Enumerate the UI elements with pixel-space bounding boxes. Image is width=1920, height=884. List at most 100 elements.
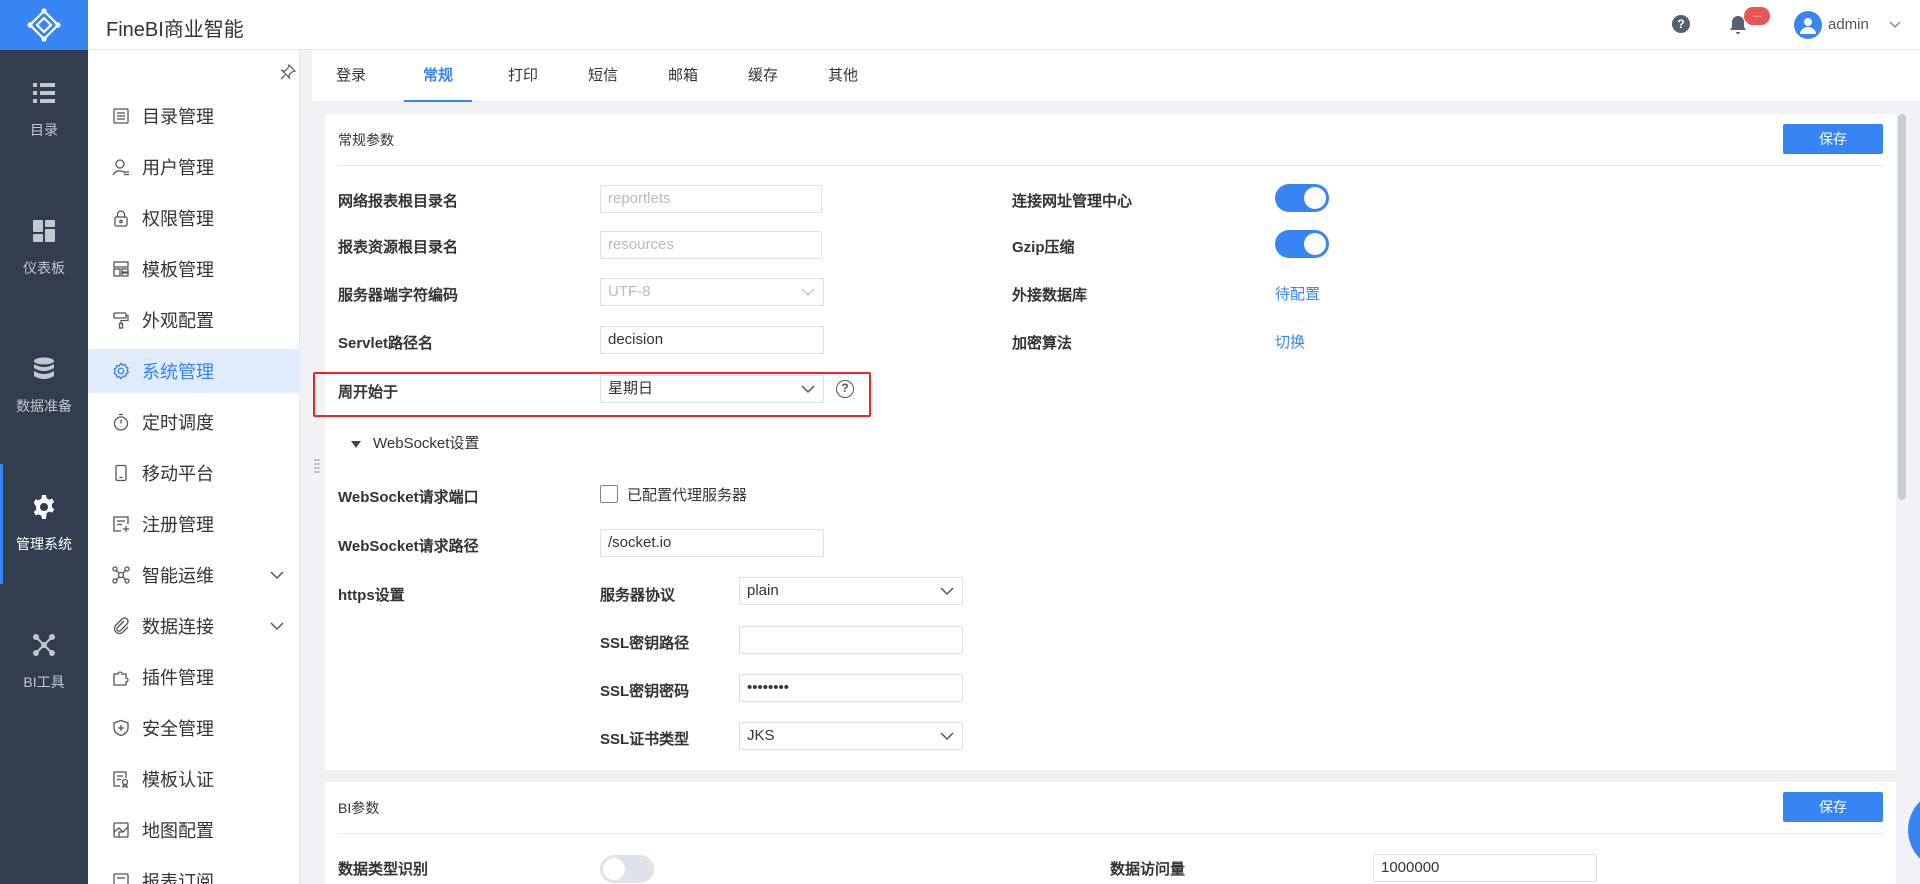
tab-cache[interactable]: 缓存 (743, 50, 783, 102)
configure-db-link[interactable]: 待配置 (1275, 283, 1320, 304)
websocket-section-header[interactable]: WebSocket设置 (351, 432, 479, 453)
tab-other[interactable]: 其他 (823, 50, 863, 102)
tab-email[interactable]: 邮箱 (663, 50, 703, 102)
floating-assistant[interactable] (1908, 790, 1920, 870)
menu-item-label: 用户管理 (142, 158, 214, 178)
type-detect-toggle[interactable] (600, 855, 654, 883)
menu-item-permissions[interactable]: 权限管理 (88, 196, 299, 240)
template-icon (113, 261, 129, 277)
week-start-select[interactable]: 星期日 (600, 375, 824, 403)
rail-item-dashboard[interactable]: 仪表板 (0, 188, 88, 308)
tab-print[interactable]: 打印 (503, 50, 543, 102)
url-center-toggle[interactable] (1275, 184, 1329, 212)
menu-item-ops[interactable]: 智能运维 (88, 553, 299, 597)
report-root-input[interactable]: reportlets (600, 185, 822, 213)
pin-icon[interactable] (280, 64, 296, 80)
user-avatar-icon (1800, 18, 1816, 34)
rail-item-admin[interactable]: 管理系统 (0, 464, 88, 584)
field-label: 报表资源根目录名 (338, 239, 459, 256)
general-params-card: 常规参数 保存 网络报表根目录名 reportlets 报表资源根目录名 res… (313, 114, 1896, 770)
proxy-checkbox[interactable] (600, 485, 618, 503)
rail-item-label: 数据准备 (16, 398, 72, 414)
gear-icon (33, 495, 55, 519)
field-label: 周开始于 (338, 384, 399, 401)
chevron-down-icon (801, 385, 815, 394)
divider (338, 165, 1884, 166)
nav-rail: 目录 仪表板 数据准备 管理系统 BI工具 (0, 0, 88, 884)
chevron-down-icon[interactable] (270, 569, 284, 581)
field-label: 加密算法 (1012, 335, 1073, 352)
scrollbar[interactable] (1898, 114, 1906, 500)
certificate-icon (113, 771, 129, 788)
tab-general[interactable]: 常规 (404, 50, 472, 102)
menu-item-map[interactable]: 地图配置 (88, 808, 299, 852)
bi-params-card: BI参数 保存 数据类型识别 数据访问量 1000000 (325, 782, 1896, 884)
field-label: 外接数据库 (1012, 287, 1088, 304)
menu-item-label: 数据连接 (142, 617, 214, 637)
resource-root-input[interactable]: resources (600, 231, 822, 259)
data-access-input[interactable]: 1000000 (1373, 854, 1597, 882)
menu-item-label: 外观配置 (142, 311, 214, 331)
puzzle-icon (113, 671, 129, 686)
charset-select[interactable]: UTF-8 (600, 278, 824, 306)
menu-item-mobile[interactable]: 移动平台 (88, 451, 299, 495)
help-circle-icon[interactable]: ? (836, 380, 854, 398)
menu-item-plugins[interactable]: 插件管理 (88, 655, 299, 699)
rail-item-bi-tools[interactable]: BI工具 (0, 602, 88, 722)
menu-item-templates[interactable]: 模板管理 (88, 247, 299, 291)
menu-item-label: 系统管理 (142, 362, 214, 382)
menu-item-data-connection[interactable]: 数据连接 (88, 604, 299, 648)
lock-icon (114, 210, 128, 227)
charset-value: UTF-8 (608, 283, 651, 300)
menu-item-security[interactable]: 安全管理 (88, 706, 299, 750)
protocol-value: plain (747, 582, 779, 599)
menu-item-label: 注册管理 (142, 515, 214, 535)
chevron-down-icon[interactable] (1888, 18, 1902, 32)
menu-item-label: 安全管理 (142, 719, 214, 739)
menu-item-label: 模板管理 (142, 260, 214, 280)
save-button[interactable]: 保存 (1783, 792, 1883, 822)
dashboard-icon (33, 220, 55, 242)
ssl-path-input[interactable] (739, 626, 963, 654)
help-icon[interactable]: ? (1672, 15, 1690, 33)
gzip-toggle[interactable] (1275, 230, 1329, 258)
field-label: SSL证书类型 (600, 731, 690, 748)
menu-item-register[interactable]: 注册管理 (88, 502, 299, 546)
protocol-select[interactable]: plain (739, 577, 963, 605)
chevron-down-icon[interactable] (270, 620, 284, 632)
ssl-type-value: JKS (747, 727, 775, 744)
ssl-password-input[interactable]: •••••••• (739, 674, 963, 702)
avatar[interactable] (1794, 11, 1822, 39)
field-label: WebSocket请求端口 (338, 489, 479, 506)
stopwatch-icon (113, 413, 129, 431)
username[interactable]: admin (1828, 16, 1869, 33)
app-title: FineBI商业智能 (106, 19, 244, 41)
servlet-input[interactable]: decision (600, 326, 824, 354)
menu-item-template-cert[interactable]: 模板认证 (88, 757, 299, 801)
app-logo[interactable] (0, 0, 88, 50)
menu-item-users[interactable]: 用户管理 (88, 145, 299, 189)
menu-item-label: 权限管理 (142, 209, 214, 229)
logo-icon (27, 8, 61, 42)
switch-encryption-link[interactable]: 切换 (1275, 331, 1305, 352)
rail-item-data-prep[interactable]: 数据准备 (0, 326, 88, 446)
resize-handle[interactable] (314, 458, 320, 476)
rail-item-catalog[interactable]: 目录 (0, 50, 88, 170)
menu-item-label: 目录管理 (142, 107, 214, 127)
menu-item-subscribe[interactable]: 报表订阅 (88, 859, 299, 884)
tab-sms[interactable]: 短信 (583, 50, 623, 102)
list-icon (33, 83, 55, 103)
menu-item-system[interactable]: 系统管理 (88, 349, 299, 393)
menu-item-appearance[interactable]: 外观配置 (88, 298, 299, 342)
menu-item-label: 模板认证 (142, 770, 214, 790)
websocket-path-input[interactable]: /socket.io (600, 529, 824, 557)
tab-login[interactable]: 登录 (331, 50, 371, 102)
save-button[interactable]: 保存 (1783, 124, 1883, 154)
section-label: WebSocket设置 (373, 435, 480, 452)
menu-item-schedule[interactable]: 定时调度 (88, 400, 299, 444)
ssl-type-select[interactable]: JKS (739, 722, 963, 750)
menu-item-catalog[interactable]: 目录管理 (88, 94, 299, 138)
rail-item-label: 仪表板 (23, 260, 65, 276)
menu-item-label: 地图配置 (142, 821, 214, 841)
proxy-checkbox-label[interactable]: 已配置代理服务器 (627, 484, 747, 505)
